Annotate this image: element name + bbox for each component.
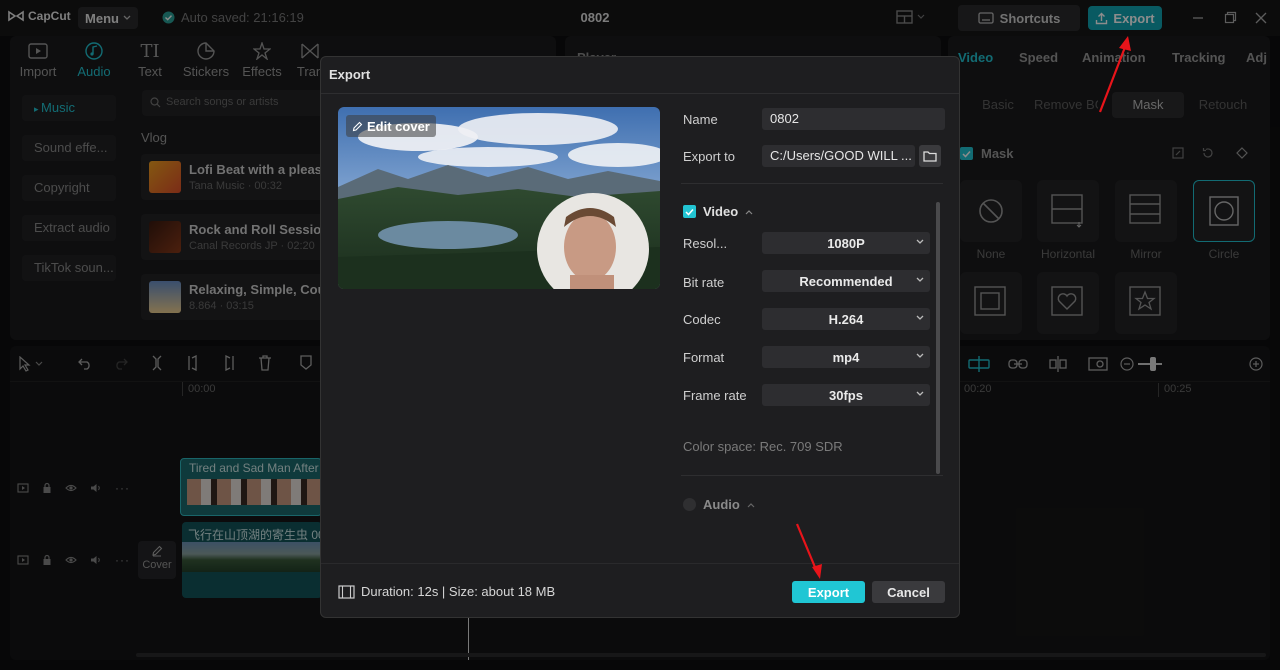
annotation-arrow-top-export <box>1098 41 1129 113</box>
annotation-arrows <box>795 36 1131 579</box>
annotation-arrow-export-button <box>795 523 819 573</box>
annotation-arrowhead-top <box>1119 36 1131 51</box>
